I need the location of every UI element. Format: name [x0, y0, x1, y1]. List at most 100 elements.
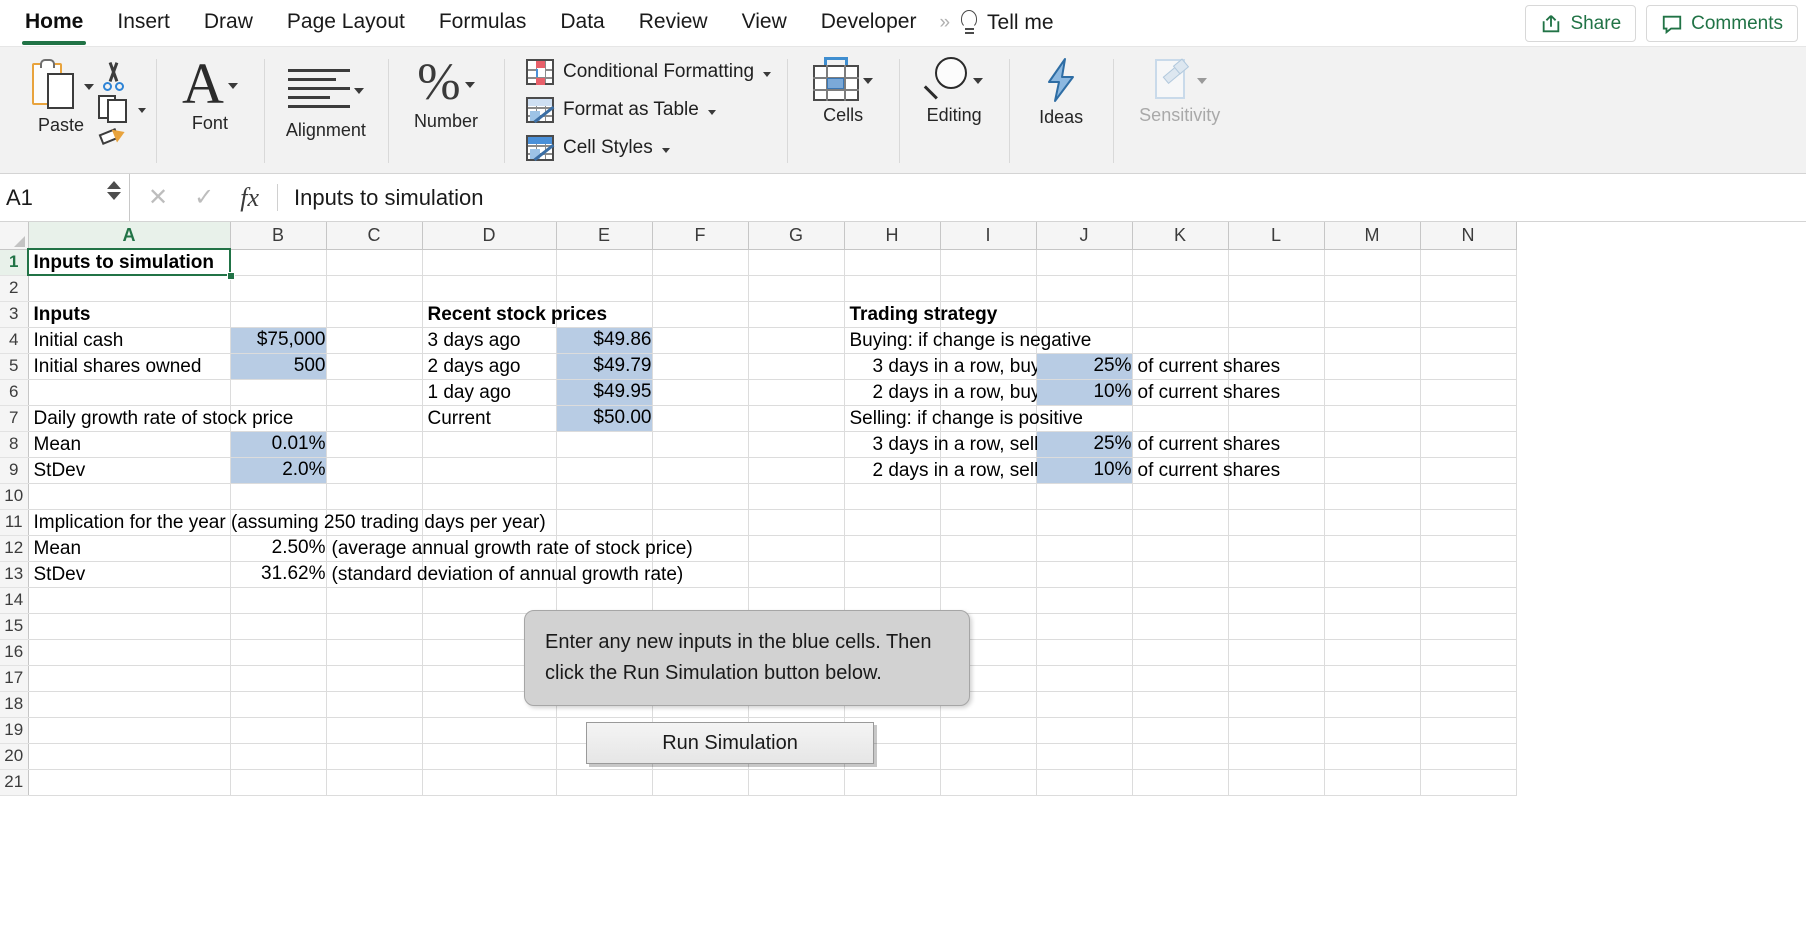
paste-dropdown-icon[interactable]	[84, 84, 94, 90]
cell-E1[interactable]	[556, 249, 653, 276]
ribbon-tab-insert[interactable]: Insert	[100, 0, 187, 47]
column-header-i[interactable]: I	[940, 222, 1037, 250]
cell-B14[interactable]	[230, 587, 327, 614]
cell-M3[interactable]	[1324, 301, 1421, 328]
cell-F5[interactable]	[652, 353, 749, 380]
cell-L5[interactable]	[1228, 353, 1325, 380]
cell-N19[interactable]	[1420, 717, 1517, 744]
share-button[interactable]: Share	[1525, 5, 1637, 42]
cell-M9[interactable]	[1324, 457, 1421, 484]
column-header-j[interactable]: J	[1036, 222, 1133, 250]
cell-J1[interactable]	[1036, 249, 1133, 276]
cell-B8[interactable]: 0.01%	[230, 431, 327, 458]
cell-C3[interactable]	[326, 301, 423, 328]
cell-N18[interactable]	[1420, 691, 1517, 718]
select-all-corner[interactable]	[0, 222, 29, 250]
cell-E10[interactable]	[556, 483, 653, 510]
cell-N14[interactable]	[1420, 587, 1517, 614]
cell-D11[interactable]	[422, 509, 557, 536]
cell-I1[interactable]	[940, 249, 1037, 276]
run-simulation-button[interactable]: Run Simulation	[586, 722, 874, 764]
cell-L13[interactable]	[1228, 561, 1325, 588]
cell-I5[interactable]	[940, 353, 1037, 380]
cell-I21[interactable]	[940, 769, 1037, 796]
cell-B17[interactable]	[230, 665, 327, 692]
cell-C9[interactable]	[326, 457, 423, 484]
cell-B3[interactable]	[230, 301, 327, 328]
cell-C1[interactable]	[326, 249, 423, 276]
row-header-4[interactable]: 4	[0, 327, 29, 354]
row-header-15[interactable]: 15	[0, 613, 29, 640]
cell-M19[interactable]	[1324, 717, 1421, 744]
name-box-spinner-down-icon[interactable]	[107, 192, 121, 200]
cell-D7[interactable]: Current	[422, 405, 557, 432]
paste-button[interactable]: Paste	[14, 57, 98, 136]
column-header-g[interactable]: G	[748, 222, 845, 250]
cell-B13[interactable]: 31.62%	[230, 561, 327, 588]
row-header-9[interactable]: 9	[0, 457, 29, 484]
cell-K9[interactable]: of current shares	[1132, 457, 1280, 484]
cell-G2[interactable]	[748, 275, 845, 302]
format-as-table-button[interactable]: Format as Table	[525, 91, 716, 129]
cell-M11[interactable]	[1324, 509, 1421, 536]
cell-G5[interactable]	[748, 353, 845, 380]
cell-J17[interactable]	[1036, 665, 1133, 692]
cancel-formula-icon[interactable]: ✕	[148, 183, 168, 212]
cell-A18[interactable]	[28, 691, 231, 718]
cell-A1[interactable]: Inputs to simulation	[28, 249, 231, 276]
column-header-f[interactable]: F	[652, 222, 749, 250]
cell-J13[interactable]	[1036, 561, 1133, 588]
cell-L6[interactable]	[1228, 379, 1325, 406]
cell-N6[interactable]	[1420, 379, 1517, 406]
cell-L12[interactable]	[1228, 535, 1325, 562]
ideas-button[interactable]: Ideas	[1009, 57, 1113, 128]
cell-G12[interactable]	[748, 535, 845, 562]
cell-N1[interactable]	[1420, 249, 1517, 276]
column-header-a[interactable]: A	[28, 222, 231, 250]
cell-B18[interactable]	[230, 691, 327, 718]
cell-D4[interactable]: 3 days ago	[422, 327, 557, 354]
cell-F6[interactable]	[652, 379, 749, 406]
cell-L9[interactable]	[1228, 457, 1325, 484]
cell-C16[interactable]	[326, 639, 423, 666]
editing-dropdown-icon[interactable]	[973, 78, 984, 84]
cell-B4[interactable]: $75,000	[230, 327, 327, 354]
cell-D12[interactable]	[422, 535, 557, 562]
cell-J14[interactable]	[1036, 587, 1133, 614]
cell-K11[interactable]	[1132, 509, 1229, 536]
column-header-d[interactable]: D	[422, 222, 557, 250]
cell-F11[interactable]	[652, 509, 749, 536]
cell-E3[interactable]	[556, 301, 653, 328]
cell-K12[interactable]	[1132, 535, 1229, 562]
column-header-m[interactable]: M	[1324, 222, 1421, 250]
cell-B10[interactable]	[230, 483, 327, 510]
cell-G21[interactable]	[748, 769, 845, 796]
ribbon-tab-draw[interactable]: Draw	[187, 0, 270, 47]
cell-G9[interactable]	[748, 457, 845, 484]
cell-M7[interactable]	[1324, 405, 1421, 432]
cell-M17[interactable]	[1324, 665, 1421, 692]
cell-K18[interactable]	[1132, 691, 1229, 718]
cell-H8[interactable]: 3 days in a row, sell	[844, 431, 1038, 458]
cell-A13[interactable]: StDev	[28, 561, 231, 588]
cell-D1[interactable]	[422, 249, 557, 276]
cell-C10[interactable]	[326, 483, 423, 510]
cell-E21[interactable]	[556, 769, 653, 796]
cell-K5[interactable]: of current shares	[1132, 353, 1280, 380]
cell-L20[interactable]	[1228, 743, 1325, 770]
cell-N5[interactable]	[1420, 353, 1517, 380]
cell-A21[interactable]	[28, 769, 231, 796]
cell-K21[interactable]	[1132, 769, 1229, 796]
cell-L19[interactable]	[1228, 717, 1325, 744]
cell-J6[interactable]: 10%	[1036, 379, 1133, 406]
cell-A9[interactable]: StDev	[28, 457, 231, 484]
cell-M15[interactable]	[1324, 613, 1421, 640]
cell-J11[interactable]	[1036, 509, 1133, 536]
cell-A15[interactable]	[28, 613, 231, 640]
cell-A16[interactable]	[28, 639, 231, 666]
cell-L1[interactable]	[1228, 249, 1325, 276]
row-header-16[interactable]: 16	[0, 639, 29, 666]
cell-J5[interactable]: 25%	[1036, 353, 1133, 380]
cell-M2[interactable]	[1324, 275, 1421, 302]
cell-B9[interactable]: 2.0%	[230, 457, 327, 484]
